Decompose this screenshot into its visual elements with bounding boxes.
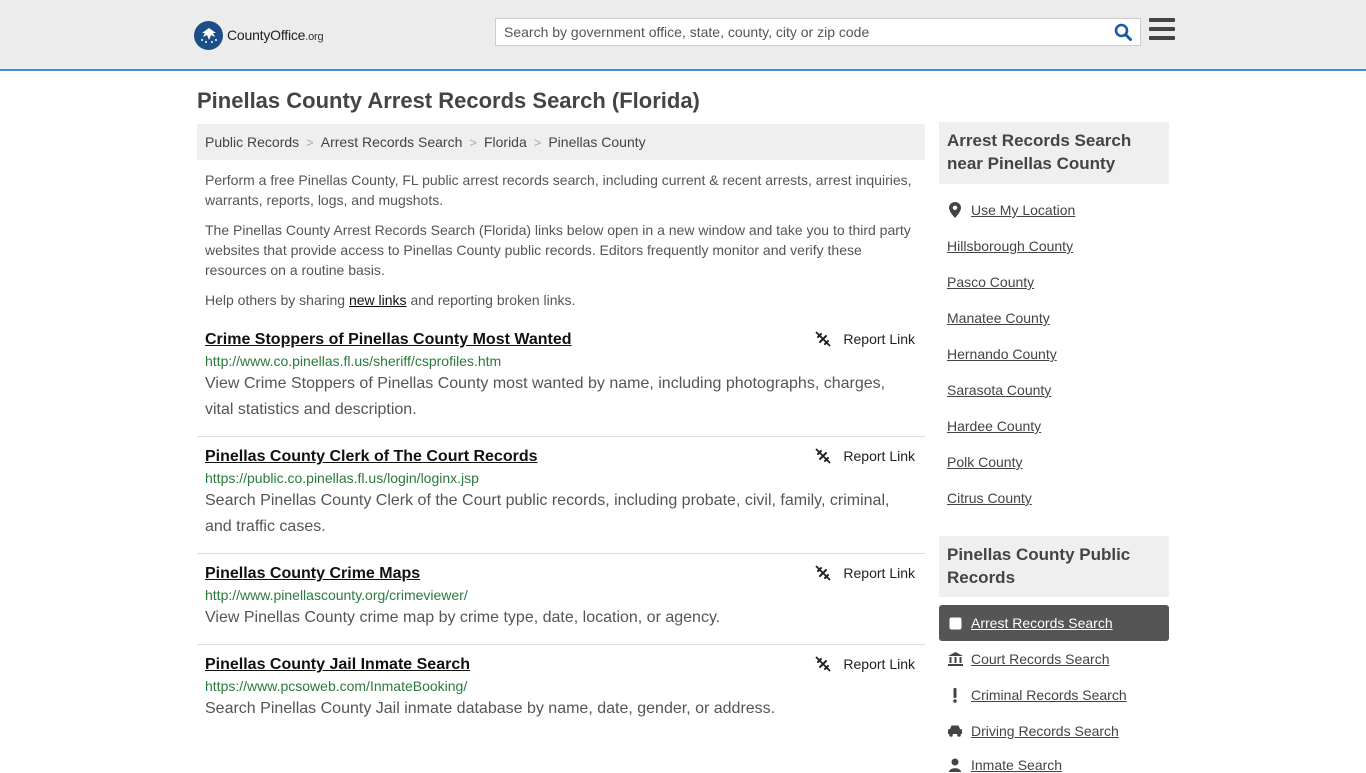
result-item: Pinellas County Jail Inmate Search Repor… bbox=[197, 656, 925, 736]
use-my-location-link[interactable]: Use My Location bbox=[947, 202, 1075, 218]
nearby-county-link[interactable]: Manatee County bbox=[947, 310, 1050, 326]
breadcrumb-separator: > bbox=[306, 134, 314, 150]
site-logo[interactable]: CountyOffice.org bbox=[194, 20, 324, 50]
result-description: Search Pinellas County Jail inmate datab… bbox=[205, 700, 776, 717]
result-title-link[interactable]: Crime Stoppers of Pinellas County Most W… bbox=[205, 331, 572, 349]
search-input[interactable] bbox=[496, 19, 1106, 45]
result-item: Pinellas County Crime Maps Report Link h… bbox=[197, 565, 925, 645]
use-my-location-label: Use My Location bbox=[971, 202, 1076, 218]
sidebar-item-label: Criminal Records Search bbox=[971, 687, 1127, 703]
broken-link-icon bbox=[815, 448, 832, 464]
nearby-county-link[interactable]: Sarasota County bbox=[947, 382, 1051, 398]
result-title-link[interactable]: Pinellas County Jail Inmate Search bbox=[205, 656, 470, 674]
intro-paragraph: Perform a free Pinellas County, FL publi… bbox=[205, 172, 912, 208]
search-bar bbox=[495, 18, 1141, 46]
share-text-end: and reporting broken links. bbox=[406, 292, 576, 308]
breadcrumb: Public Records > Arrest Records Search >… bbox=[197, 124, 925, 160]
sidebar-item-criminal-records[interactable]: Criminal Records Search bbox=[947, 687, 1127, 703]
report-link-label: Report Link bbox=[843, 656, 915, 672]
intro-disclaimer: The Pinellas County Arrest Records Searc… bbox=[205, 222, 911, 278]
result-url: https://public.co.pinellas.fl.us/login/l… bbox=[205, 470, 479, 486]
nearby-county-link[interactable]: Polk County bbox=[947, 454, 1022, 470]
breadcrumb-arrest-records[interactable]: Arrest Records Search bbox=[321, 134, 463, 150]
nearby-county-link[interactable]: Hernando County bbox=[947, 346, 1057, 362]
report-link-label: Report Link bbox=[843, 565, 915, 581]
new-links-link[interactable]: new links bbox=[349, 292, 407, 308]
sidebar-item-court-records[interactable]: Court Records Search bbox=[947, 651, 1110, 667]
search-icon[interactable] bbox=[1112, 22, 1134, 42]
hamburger-menu-icon[interactable] bbox=[1149, 18, 1175, 42]
result-title-link[interactable]: Pinellas County Clerk of The Court Recor… bbox=[205, 448, 538, 466]
sidebar-item-arrest-records[interactable]: Arrest Records Search bbox=[947, 615, 1113, 631]
sidebar-nearby-heading: Arrest Records Search near Pinellas Coun… bbox=[939, 122, 1169, 184]
breadcrumb-pinellas-county[interactable]: Pinellas County bbox=[548, 134, 645, 150]
sidebar-nearby: Arrest Records Search near Pinellas Coun… bbox=[939, 122, 1169, 184]
sidebar-records-heading: Pinellas County Public Records bbox=[939, 536, 1169, 597]
report-link-button[interactable]: Report Link bbox=[815, 448, 915, 464]
sidebar-public-records: Pinellas County Public Records bbox=[939, 536, 1169, 597]
sidebar-item-driving-records[interactable]: Driving Records Search bbox=[947, 723, 1119, 739]
result-url: http://www.pinellascounty.org/crimeviewe… bbox=[205, 587, 468, 603]
result-description: View Pinellas County crime map by crime … bbox=[205, 609, 721, 626]
breadcrumb-separator: > bbox=[533, 134, 542, 150]
broken-link-icon bbox=[815, 656, 832, 672]
breadcrumb-public-records[interactable]: Public Records bbox=[205, 134, 299, 150]
report-link-button[interactable]: Report Link bbox=[815, 656, 915, 672]
result-url: https://www.pcsoweb.com/InmateBooking/ bbox=[205, 678, 468, 694]
result-description: View Crime Stoppers of Pinellas County m… bbox=[205, 375, 886, 418]
sidebar-item-label: Court Records Search bbox=[971, 651, 1110, 667]
exclamation-icon bbox=[947, 687, 963, 703]
sidebar-item-label: Inmate Search bbox=[971, 757, 1063, 773]
broken-link-icon bbox=[815, 331, 832, 347]
breadcrumb-florida[interactable]: Florida bbox=[484, 134, 527, 150]
report-link-button[interactable]: Report Link bbox=[815, 565, 915, 581]
page-title: Pinellas County Arrest Records Search (F… bbox=[197, 88, 700, 113]
result-item: Crime Stoppers of Pinellas County Most W… bbox=[197, 331, 925, 437]
map-pin-icon bbox=[947, 202, 963, 218]
share-text: Help others by sharing bbox=[205, 292, 349, 308]
person-icon bbox=[947, 758, 963, 772]
report-link-button[interactable]: Report Link bbox=[815, 331, 915, 347]
nearby-county-link[interactable]: Hardee County bbox=[947, 418, 1041, 434]
site-header: CountyOffice.org bbox=[0, 0, 1366, 71]
result-url: http://www.co.pinellas.fl.us/sheriff/csp… bbox=[205, 353, 502, 369]
report-link-label: Report Link bbox=[843, 448, 915, 464]
sidebar-item-inmate-search[interactable]: Inmate Search bbox=[947, 757, 1062, 773]
breadcrumb-separator: > bbox=[469, 134, 477, 150]
result-description: Search Pinellas County Clerk of the Cour… bbox=[205, 492, 890, 535]
report-link-label: Report Link bbox=[843, 331, 915, 347]
sidebar-item-label: Arrest Records Search bbox=[971, 615, 1113, 631]
courthouse-icon bbox=[947, 652, 963, 666]
sidebar-item-label: Driving Records Search bbox=[971, 723, 1119, 739]
nearby-county-link[interactable]: Pasco County bbox=[947, 274, 1034, 290]
nearby-county-link[interactable]: Citrus County bbox=[947, 490, 1032, 506]
nearby-county-link[interactable]: Hillsborough County bbox=[947, 238, 1073, 254]
broken-link-icon bbox=[815, 565, 832, 581]
logo-text: CountyOffice.org bbox=[227, 27, 324, 43]
logo-eagle-icon bbox=[194, 20, 223, 50]
result-title-link[interactable]: Pinellas County Crime Maps bbox=[205, 565, 420, 583]
intro-share: Help others by sharing new links and rep… bbox=[205, 290, 917, 310]
square-icon bbox=[947, 617, 963, 630]
car-icon bbox=[947, 725, 963, 737]
result-item: Pinellas County Clerk of The Court Recor… bbox=[197, 448, 925, 554]
